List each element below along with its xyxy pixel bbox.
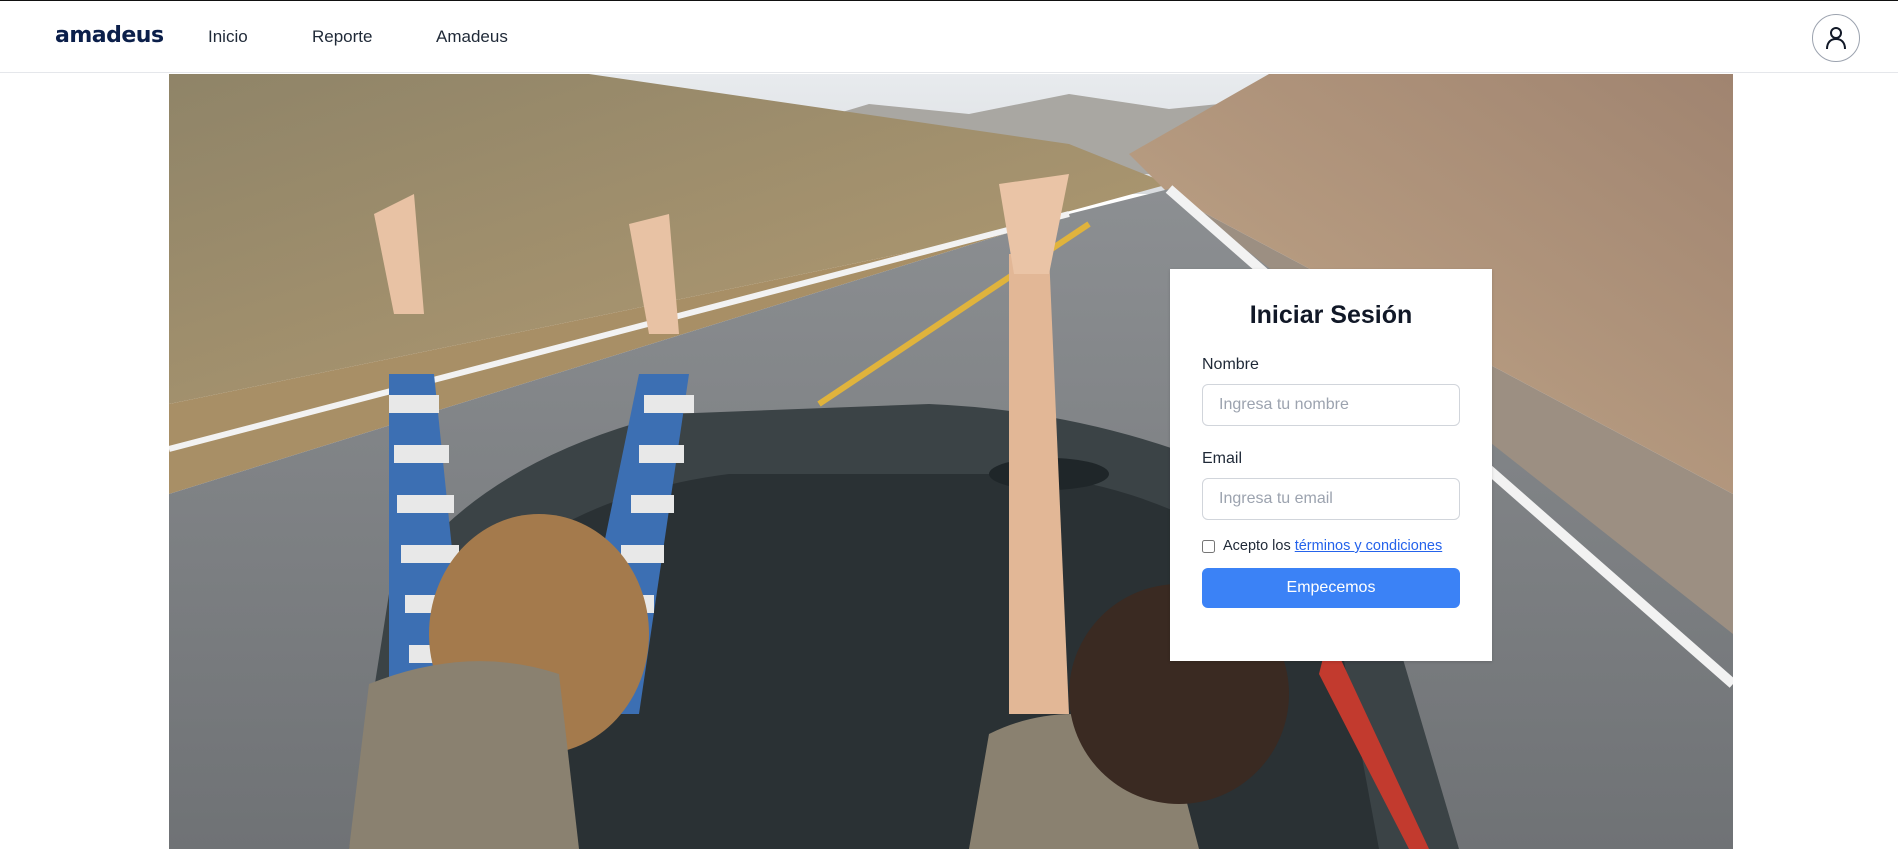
submit-button[interactable]: Empecemos xyxy=(1202,568,1460,608)
nav-reporte[interactable]: Reporte xyxy=(312,27,372,47)
terms-link[interactable]: términos y condiciones xyxy=(1295,538,1443,554)
name-input[interactable] xyxy=(1202,384,1460,426)
hero-photo xyxy=(169,74,1733,849)
login-card: Iniciar Sesión Nombre Email Acepto los t… xyxy=(1170,269,1492,661)
user-avatar-button[interactable] xyxy=(1812,14,1860,62)
terms-prefix: Acepto los xyxy=(1223,538,1291,554)
terms-row: Acepto los términos y condiciones xyxy=(1202,538,1460,554)
user-icon xyxy=(1826,27,1846,50)
nav-inicio[interactable]: Inicio xyxy=(208,27,248,47)
email-label: Email xyxy=(1202,450,1243,467)
terms-checkbox[interactable] xyxy=(1202,539,1215,553)
login-title: Iniciar Sesión xyxy=(1249,301,1413,329)
nav-amadeus[interactable]: Amadeus xyxy=(436,27,508,47)
amadeus-logo[interactable]: amadeus xyxy=(55,23,164,48)
name-label: Nombre xyxy=(1202,356,1259,373)
top-navbar: amadeus Inicio Reporte Amadeus xyxy=(0,1,1898,73)
email-input[interactable] xyxy=(1202,478,1460,520)
